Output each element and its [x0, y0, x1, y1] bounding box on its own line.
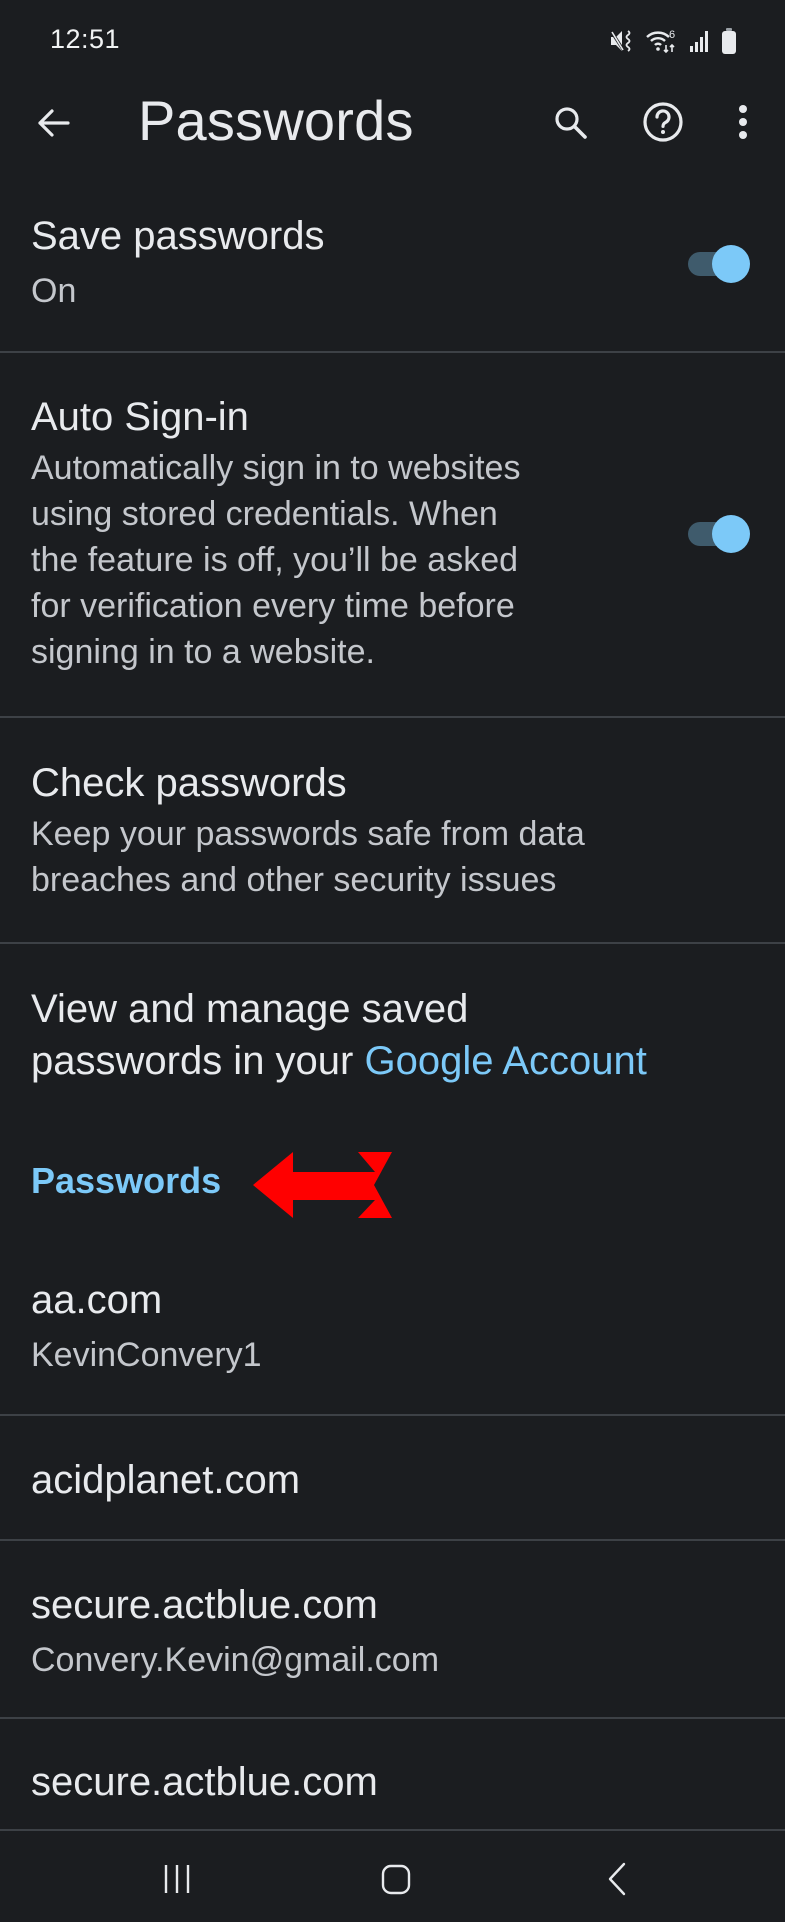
battery-icon — [721, 28, 737, 54]
entry-site: aa.com — [31, 1278, 163, 1322]
auto-signin-toggle[interactable] — [688, 514, 750, 554]
description-line: Keep your passwords safe from data — [31, 815, 585, 853]
description-line: the feature is off, you’ll be asked — [31, 541, 519, 579]
password-entry[interactable]: acidplanet.com — [0, 1456, 785, 1504]
more-vert-icon — [739, 105, 747, 139]
status-time: 12:51 — [50, 24, 121, 54]
password-entry[interactable]: secure.actblue.com — [0, 1758, 785, 1829]
entry-site: secure.actblue.com — [31, 1583, 378, 1627]
arrow-left-icon — [38, 109, 70, 137]
search-icon — [555, 107, 587, 139]
save-passwords-status: On — [31, 272, 77, 310]
password-entry[interactable]: secure.actblue.com Convery.Kevin@gmail.c… — [0, 1581, 785, 1683]
entry-username: KevinConvery1 — [31, 1336, 262, 1374]
description-line: using stored credentials. When — [31, 495, 498, 533]
auto-signin-row[interactable]: Auto Sign-in Automatically sign in to we… — [0, 393, 785, 675]
home-icon — [381, 1864, 411, 1895]
manage-line-2: passwords in your Google Account — [31, 1035, 754, 1087]
check-passwords-title: Check passwords — [31, 761, 347, 805]
more-options-button[interactable] — [720, 99, 766, 145]
recent-apps-button[interactable] — [147, 1853, 207, 1905]
help-icon — [643, 102, 683, 142]
entry-site: secure.actblue.com — [31, 1760, 378, 1804]
save-passwords-title: Save passwords — [31, 214, 325, 258]
mute-vibrate-icon — [609, 28, 635, 54]
search-button[interactable] — [548, 100, 594, 146]
toggle-thumb — [712, 245, 750, 283]
check-passwords-row[interactable]: Check passwords Keep your passwords safe… — [0, 759, 785, 903]
password-entry[interactable]: aa.com KevinConvery1 — [0, 1276, 785, 1378]
divider — [0, 1717, 785, 1719]
entry-site: acidplanet.com — [31, 1458, 301, 1502]
system-back-button[interactable] — [587, 1853, 647, 1905]
wifi-6-icon: 6 — [645, 27, 679, 55]
navigation-bar — [0, 1829, 785, 1922]
description-line: breaches and other security issues — [31, 861, 557, 899]
signal-icon — [689, 30, 711, 52]
entry-username: Convery.Kevin@gmail.com — [31, 1641, 440, 1679]
auto-signin-title: Auto Sign-in — [31, 395, 249, 439]
description-line: signing in to a website. — [31, 633, 375, 671]
red-arrow-annotation-icon — [253, 1152, 392, 1218]
home-button[interactable] — [366, 1853, 426, 1905]
back-button[interactable] — [30, 100, 76, 146]
help-button[interactable] — [640, 99, 686, 145]
manage-passwords-text: View and manage saved passwords in your … — [0, 983, 785, 1087]
auto-signin-description: Automatically sign in to websites using … — [31, 445, 754, 675]
manage-line-2-prefix: passwords in your — [31, 1039, 365, 1083]
save-passwords-toggle[interactable] — [688, 244, 750, 284]
recent-apps-icon — [164, 1865, 190, 1893]
divider — [0, 1414, 785, 1416]
description-line: Automatically sign in to websites — [31, 449, 521, 487]
check-passwords-description: Keep your passwords safe from data breac… — [31, 811, 754, 903]
divider — [0, 716, 785, 718]
google-account-link[interactable]: Google Account — [364, 1039, 646, 1083]
chevron-left-icon — [608, 1862, 626, 1896]
divider — [0, 942, 785, 944]
divider — [0, 1539, 785, 1541]
divider — [0, 351, 785, 353]
toggle-thumb — [712, 515, 750, 553]
description-line: for verification every time before — [31, 587, 515, 625]
save-passwords-row[interactable]: Save passwords On — [0, 212, 785, 314]
page-title: Passwords — [138, 89, 414, 152]
wifi-badge: 6 — [669, 29, 675, 41]
manage-line-1: View and manage saved — [31, 987, 469, 1031]
status-icons: 6 — [609, 26, 737, 56]
